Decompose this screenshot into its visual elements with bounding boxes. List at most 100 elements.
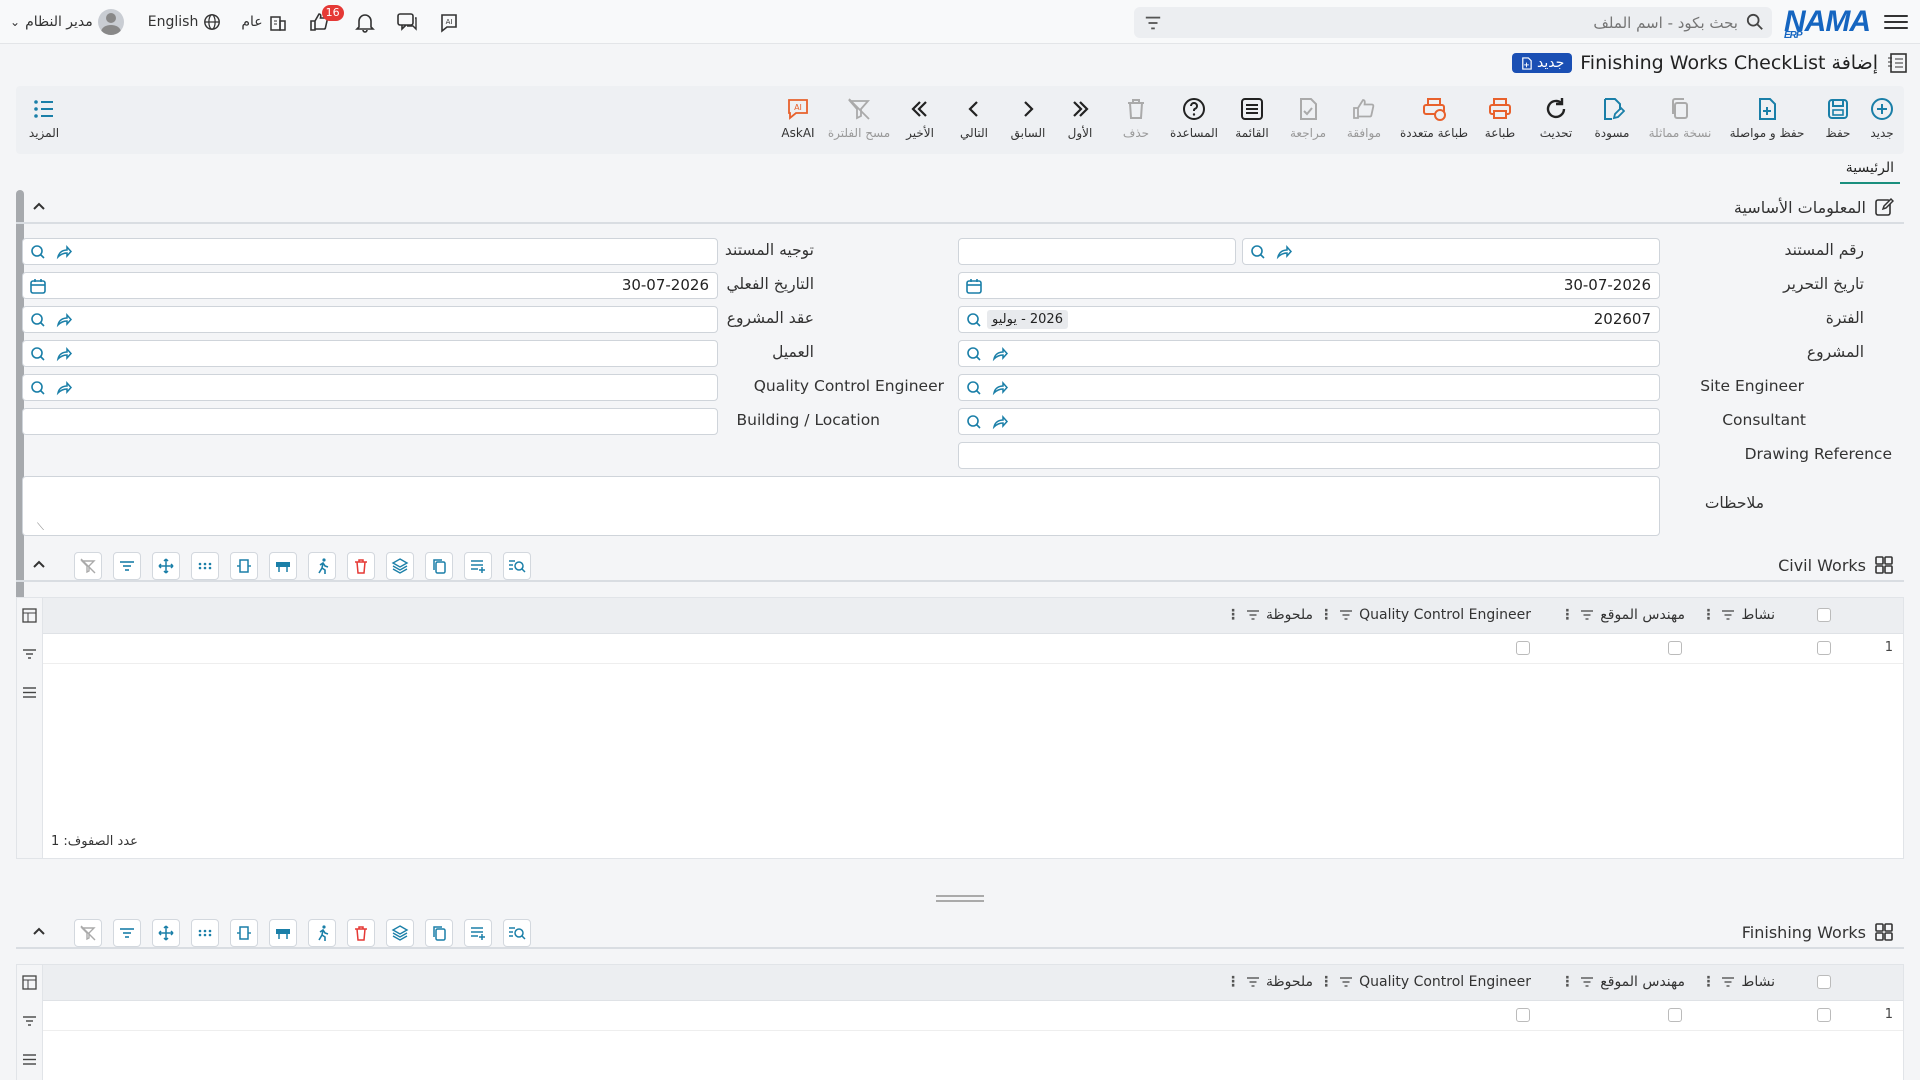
- search-lookup-icon[interactable]: [965, 413, 983, 431]
- ai-button[interactable]: AI: [438, 11, 460, 33]
- resize-handle-icon[interactable]: ⟋: [37, 522, 44, 533]
- table-row[interactable]: 1: [43, 1001, 1903, 1031]
- clear-filter-button[interactable]: مسح الفلترة: [824, 96, 894, 140]
- add-lines-button[interactable]: [464, 552, 492, 580]
- doc-number-field[interactable]: [1242, 238, 1660, 265]
- help-button[interactable]: المساعدة: [1164, 96, 1224, 140]
- share-icon[interactable]: [55, 311, 73, 329]
- duplicate-button[interactable]: نسخة مماثلة: [1640, 96, 1720, 140]
- drawing-ref-field[interactable]: [958, 442, 1660, 469]
- search-lookup-icon[interactable]: [965, 345, 983, 363]
- search-lookup-icon[interactable]: [965, 311, 983, 329]
- print-button[interactable]: طباعة: [1470, 96, 1530, 140]
- column-header-site-engineer[interactable]: مهندس الموقع ⋮: [1560, 607, 1685, 623]
- notes-textarea[interactable]: ⟋: [22, 476, 1660, 536]
- search-lookup-icon[interactable]: [1249, 243, 1267, 261]
- column-menu-icon[interactable]: ⋮: [1560, 607, 1574, 623]
- doc-number-extra-field[interactable]: [958, 238, 1236, 265]
- next-button[interactable]: التالي: [944, 96, 1004, 140]
- filter-icon[interactable]: [1246, 975, 1260, 989]
- tab-main[interactable]: الرئيسية: [1839, 158, 1900, 184]
- delete-button[interactable]: حذف: [1106, 96, 1166, 140]
- qc-engineer-field[interactable]: [22, 374, 718, 401]
- chevron-up-icon[interactable]: [30, 198, 48, 216]
- save-continue-button[interactable]: حفظ و مواصلة: [1722, 96, 1812, 140]
- filter-icon[interactable]: [1580, 608, 1594, 622]
- menu-lines-icon[interactable]: [21, 1051, 38, 1068]
- search-grid-button[interactable]: [503, 552, 531, 580]
- column-menu-icon[interactable]: ⋮: [1226, 974, 1240, 990]
- list-button[interactable]: القائمة: [1222, 96, 1282, 140]
- calendar-icon[interactable]: [965, 277, 983, 295]
- filter-icon[interactable]: [1721, 608, 1735, 622]
- search-grid-button[interactable]: [503, 919, 531, 947]
- project-contract-field[interactable]: [22, 306, 718, 333]
- menu-lines-icon[interactable]: [21, 684, 38, 701]
- prev-button[interactable]: السابق: [998, 96, 1058, 140]
- search-lookup-icon[interactable]: [29, 345, 47, 363]
- more-button[interactable]: المزيد: [14, 96, 74, 140]
- delete-row-button[interactable]: [347, 552, 375, 580]
- company-switch[interactable]: عام: [241, 12, 287, 32]
- search-lookup-icon[interactable]: [29, 243, 47, 261]
- clear-filter-button[interactable]: [74, 552, 102, 580]
- search-lookup-icon[interactable]: [29, 311, 47, 329]
- filter-icon[interactable]: [1580, 975, 1594, 989]
- insert-row-button[interactable]: [269, 919, 297, 947]
- save-button[interactable]: حفظ: [1808, 96, 1868, 140]
- clear-filter-button[interactable]: [74, 919, 102, 947]
- period-field[interactable]: 202607 2026 - يوليو: [958, 306, 1660, 333]
- fit-button[interactable]: [230, 552, 258, 580]
- table-settings-icon[interactable]: [21, 974, 38, 991]
- actual-date-field[interactable]: 30-07-2026: [22, 272, 718, 299]
- column-menu-icon[interactable]: ⋮: [1319, 607, 1333, 623]
- column-header-site-engineer[interactable]: مهندس الموقع ⋮: [1560, 974, 1685, 990]
- approve-button[interactable]: موافقة: [1334, 96, 1394, 140]
- edit-date-field[interactable]: 30-07-2026: [958, 272, 1660, 299]
- resize-splitter[interactable]: [936, 895, 984, 902]
- column-header-qc-engineer[interactable]: Quality Control Engineer ⋮: [1319, 974, 1531, 990]
- run-button[interactable]: [308, 919, 336, 947]
- project-field[interactable]: [958, 340, 1660, 367]
- column-menu-icon[interactable]: ⋮: [1319, 974, 1333, 990]
- copy-row-button[interactable]: [425, 552, 453, 580]
- delete-row-button[interactable]: [347, 919, 375, 947]
- columns-button[interactable]: [191, 919, 219, 947]
- move-button[interactable]: [152, 552, 180, 580]
- column-menu-icon[interactable]: ⋮: [1701, 607, 1715, 623]
- column-menu-icon[interactable]: ⋮: [1560, 974, 1574, 990]
- multi-print-button[interactable]: طباعة متعددة: [1396, 96, 1472, 140]
- add-lines-button[interactable]: [464, 919, 492, 947]
- layers-button[interactable]: [386, 552, 414, 580]
- filter-button[interactable]: [113, 552, 141, 580]
- qc-engineer-checkbox[interactable]: [1516, 1008, 1530, 1022]
- share-icon[interactable]: [991, 413, 1009, 431]
- site-engineer-checkbox[interactable]: [1668, 1008, 1682, 1022]
- filter-icon[interactable]: [1721, 975, 1735, 989]
- search-input[interactable]: [1134, 7, 1772, 38]
- run-button[interactable]: [308, 552, 336, 580]
- select-all-checkbox[interactable]: [1817, 608, 1831, 622]
- review-button[interactable]: مراجعة: [1278, 96, 1338, 140]
- column-header-qc-engineer[interactable]: Quality Control Engineer ⋮: [1319, 607, 1531, 623]
- site-engineer-checkbox[interactable]: [1668, 641, 1682, 655]
- language-switch[interactable]: English: [148, 13, 222, 31]
- refresh-button[interactable]: تحديث: [1526, 96, 1586, 140]
- column-header-activity[interactable]: نشاط ⋮: [1701, 974, 1775, 990]
- copy-row-button[interactable]: [425, 919, 453, 947]
- calendar-icon[interactable]: [29, 277, 47, 295]
- notifications-button[interactable]: [354, 11, 376, 33]
- fit-button[interactable]: [230, 919, 258, 947]
- filter-icon[interactable]: [1339, 608, 1353, 622]
- customer-field[interactable]: [22, 340, 718, 367]
- layers-button[interactable]: [386, 919, 414, 947]
- draft-button[interactable]: مسودة: [1582, 96, 1642, 140]
- columns-button[interactable]: [191, 552, 219, 580]
- filter-icon[interactable]: [21, 646, 38, 663]
- hamburger-menu-icon[interactable]: [1884, 10, 1908, 34]
- column-header-note[interactable]: ملحوظة ⋮: [1226, 974, 1313, 990]
- building-field[interactable]: [22, 408, 718, 435]
- share-icon[interactable]: [55, 379, 73, 397]
- share-icon[interactable]: [55, 243, 73, 261]
- qc-engineer-checkbox[interactable]: [1516, 641, 1530, 655]
